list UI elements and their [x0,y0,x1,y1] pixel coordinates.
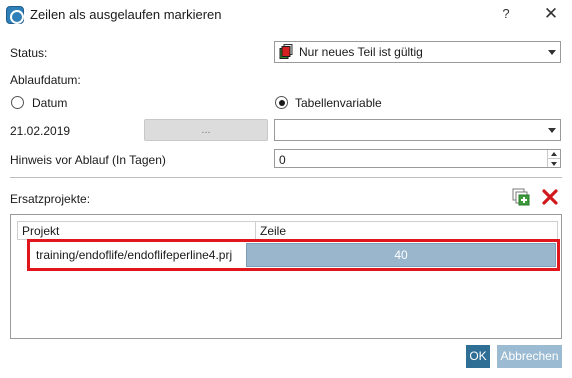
table-variable-select[interactable] [274,119,561,141]
radio-date-label: Datum [32,96,68,110]
status-value: Nur neues Teil ist gültig [299,45,423,59]
window-title: Zeilen als ausgelaufen markieren [30,7,222,22]
radio-table-variable[interactable] [275,96,288,109]
replacement-projects-table: Projekt Zeile [10,214,562,339]
section-divider [10,177,562,178]
expiry-label: Ablaufdatum: [10,73,81,87]
add-project-icon[interactable] [512,188,530,206]
table-cell-project[interactable]: training/endoflife/endoflifeperline4.prj [36,248,232,262]
stepper-down-icon[interactable] [548,159,560,168]
close-button[interactable]: ✕ [542,4,560,24]
column-header-project[interactable]: Projekt [17,221,256,240]
app-icon [6,6,24,24]
status-select[interactable]: Nur neues Teil ist gültig [274,41,561,63]
cancel-button[interactable]: Abbrechen [497,345,562,368]
replacement-label: Ersatzprojekte: [10,192,91,206]
notice-days-stepper[interactable]: 0 [274,149,561,168]
chevron-down-icon[interactable] [544,42,560,62]
date-picker-button[interactable]: ... [144,119,268,141]
radio-date[interactable] [11,96,24,109]
column-header-line[interactable]: Zeile [256,221,558,240]
chevron-down-icon[interactable] [544,120,560,140]
status-part-icon [279,44,293,59]
help-button[interactable]: ? [498,6,514,24]
table-cell-line[interactable]: 40 [246,243,556,267]
radio-table-variable-label: Tabellenvariable [295,96,382,110]
status-label: Status: [10,46,48,60]
ok-button[interactable]: OK [466,345,490,368]
stepper-buttons [547,150,560,167]
delete-icon[interactable] [541,188,559,206]
stepper-up-icon[interactable] [548,150,560,159]
notice-label: Hinweis vor Ablauf (In Tagen) [10,153,166,167]
date-value: 21.02.2019 [10,124,71,138]
notice-days-value: 0 [279,153,286,167]
